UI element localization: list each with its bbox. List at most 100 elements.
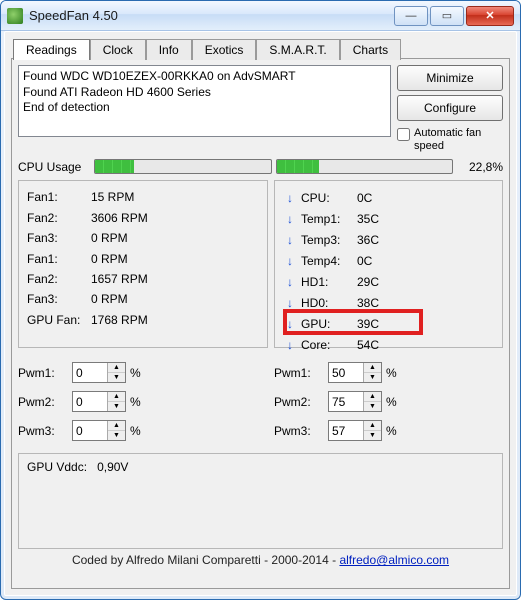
temp-row: ↓Temp4:0C xyxy=(283,250,494,271)
temp-value: 0C xyxy=(357,188,372,208)
pwm-row: Pwm1: ▲▼ % xyxy=(18,362,268,383)
configure-button[interactable]: Configure xyxy=(397,95,503,121)
spin-down-icon[interactable]: ▼ xyxy=(108,373,125,382)
tab-clock[interactable]: Clock xyxy=(90,39,146,60)
pwm-label: Pwm3: xyxy=(274,424,324,438)
pwm-row: Pwm1:▲▼ % xyxy=(274,362,503,383)
temp-row: ↓HD1:29C xyxy=(283,271,494,292)
spin-up-icon[interactable]: ▲ xyxy=(108,392,125,402)
pwm-input[interactable] xyxy=(73,363,107,382)
temp-value: 35C xyxy=(357,209,379,229)
pwm-row: Pwm2: ▲▼ % xyxy=(18,391,268,412)
fan-value: 0 RPM xyxy=(91,249,128,269)
pwm-input[interactable] xyxy=(329,421,363,440)
temp-label: Temp4: xyxy=(301,251,353,271)
down-arrow-icon: ↓ xyxy=(283,272,297,292)
cpu-usage-value: 22,8% xyxy=(457,160,503,174)
gpu-vddc-value: 0,90V xyxy=(97,460,128,474)
window-title: SpeedFan 4.50 xyxy=(29,8,394,23)
minimize-button[interactable]: Minimize xyxy=(397,65,503,91)
temp-row: ↓Temp3:36C xyxy=(283,229,494,250)
down-arrow-icon: ↓ xyxy=(283,230,297,250)
pwm-input[interactable] xyxy=(329,363,363,382)
fan-label: Fan2: xyxy=(27,269,91,289)
temp-label: HD1: xyxy=(301,272,353,292)
auto-fan-speed-label: Automatic fan speed xyxy=(414,127,503,153)
spin-down-icon[interactable]: ▼ xyxy=(364,402,381,411)
fan-value: 0 RPM xyxy=(91,228,128,248)
spin-up-icon[interactable]: ▲ xyxy=(108,363,125,373)
temp-label: Temp3: xyxy=(301,230,353,250)
tab-charts[interactable]: Charts xyxy=(340,39,401,60)
pwm-unit: % xyxy=(130,366,141,380)
pwm-unit: % xyxy=(130,395,141,409)
pwm-input[interactable] xyxy=(329,392,363,411)
pwm-row: Pwm3:▲▼ % xyxy=(274,420,503,441)
temp-row: ↓CPU:0C xyxy=(283,187,494,208)
fan-row: Fan1:15 RPM xyxy=(27,187,259,207)
auto-fan-speed-checkbox[interactable] xyxy=(397,128,410,141)
maximize-window-button[interactable]: ▭ xyxy=(430,6,464,26)
auto-fan-speed-row[interactable]: Automatic fan speed xyxy=(397,125,503,153)
pwm-label: Pwm2: xyxy=(18,395,68,409)
fan-value: 1657 RPM xyxy=(91,269,148,289)
minimize-window-button[interactable]: — xyxy=(394,6,428,26)
pwm-input[interactable] xyxy=(73,392,107,411)
fan-label: Fan3: xyxy=(27,228,91,248)
detection-log[interactable]: Found WDC WD10EZEX-00RKKA0 on AdvSMARTFo… xyxy=(18,65,391,137)
pwm-spinner[interactable]: ▲▼ xyxy=(72,362,126,383)
pwm-spinner[interactable]: ▲▼ xyxy=(328,362,382,383)
window-controls: — ▭ ✕ xyxy=(394,6,514,26)
down-arrow-icon: ↓ xyxy=(283,293,297,313)
pwm-spinner[interactable]: ▲▼ xyxy=(72,420,126,441)
pwm-row: Pwm3: ▲▼ % xyxy=(18,420,268,441)
temp-label: Temp1: xyxy=(301,209,353,229)
tab-info[interactable]: Info xyxy=(146,39,192,60)
tab-smart[interactable]: S.M.A.R.T. xyxy=(256,39,339,60)
spin-up-icon[interactable]: ▲ xyxy=(364,392,381,402)
fan-value: 3606 RPM xyxy=(91,208,148,228)
pwm-spinner[interactable]: ▲▼ xyxy=(328,391,382,412)
temp-value: 54C xyxy=(357,335,379,355)
spin-down-icon[interactable]: ▼ xyxy=(108,402,125,411)
spin-down-icon[interactable]: ▼ xyxy=(364,431,381,440)
spin-up-icon[interactable]: ▲ xyxy=(108,421,125,431)
temperature-panel: ↓CPU:0C↓Temp1:35C↓Temp3:36C↓Temp4:0C↓HD1… xyxy=(274,180,503,348)
fan-row: Fan2:1657 RPM xyxy=(27,269,259,289)
fan-row: Fan2:3606 RPM xyxy=(27,208,259,228)
spin-up-icon[interactable]: ▲ xyxy=(364,363,381,373)
down-arrow-icon: ↓ xyxy=(283,188,297,208)
log-line: Found WDC WD10EZEX-00RKKA0 on AdvSMART xyxy=(23,69,386,85)
titlebar[interactable]: SpeedFan 4.50 — ▭ ✕ xyxy=(1,1,520,31)
pwm-label: Pwm1: xyxy=(18,366,68,380)
footer-text: Coded by Alfredo Milani Comparetti - 200… xyxy=(72,553,339,567)
pwm-unit: % xyxy=(130,424,141,438)
temp-row: ↓Core:54C xyxy=(283,334,494,355)
tab-strip: ReadingsClockInfoExoticsS.M.A.R.T.Charts xyxy=(11,38,510,59)
temp-value: 0C xyxy=(357,251,372,271)
pwm-left-column: Pwm1:▲▼ %Pwm2:▲▼ %Pwm3:▲▼ % xyxy=(18,362,268,441)
close-window-button[interactable]: ✕ xyxy=(466,6,514,26)
fan-panel: Fan1:15 RPMFan2:3606 RPMFan3:0 RPMFan1:0… xyxy=(18,180,268,348)
cpu-usage-label: CPU Usage xyxy=(18,160,90,174)
fan-label: Fan3: xyxy=(27,289,91,309)
pwm-label: Pwm2: xyxy=(274,395,324,409)
pwm-label: Pwm3: xyxy=(18,424,68,438)
spin-down-icon[interactable]: ▼ xyxy=(364,373,381,382)
fan-label: Fan2: xyxy=(27,208,91,228)
tab-readings[interactable]: Readings xyxy=(13,39,90,60)
spin-up-icon[interactable]: ▲ xyxy=(364,421,381,431)
pwm-input[interactable] xyxy=(73,421,107,440)
gpu-vddc-label: GPU Vddc: xyxy=(27,460,87,474)
tab-exotics[interactable]: Exotics xyxy=(192,39,257,60)
fan-label: Fan1: xyxy=(27,249,91,269)
pwm-spinner[interactable]: ▲▼ xyxy=(328,420,382,441)
spin-down-icon[interactable]: ▼ xyxy=(108,431,125,440)
fan-value: 1768 RPM xyxy=(91,310,148,330)
temp-row: ↓HD0:38C xyxy=(283,292,494,313)
footer-email-link[interactable]: alfredo@almico.com xyxy=(339,553,449,567)
pwm-spinner[interactable]: ▲▼ xyxy=(72,391,126,412)
cpu-bar-2 xyxy=(276,159,454,174)
fan-row: Fan3:0 RPM xyxy=(27,289,259,309)
voltage-panel: GPU Vddc: 0,90V xyxy=(18,453,503,549)
